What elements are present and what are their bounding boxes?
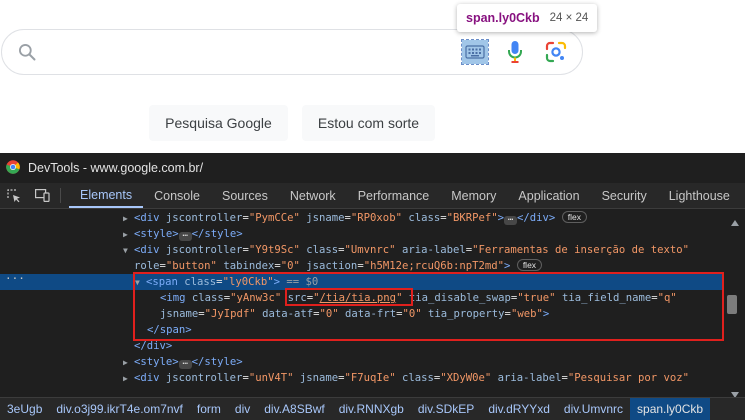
breadcrumb-item[interactable]: div.A8SBwf — [257, 398, 331, 420]
breadcrumb-item[interactable]: 3eUgb — [0, 398, 49, 420]
breadcrumb-item[interactable]: form — [190, 398, 228, 420]
collapse-triangle-icon[interactable]: ▼ — [123, 243, 134, 259]
dom-tree: ▶ <div jscontroller="PymCCe" jsname="RP0x… — [0, 210, 745, 396]
breadcrumb: 3eUgb div.o3j99.ikrT4e.om7nvf form div d… — [0, 397, 745, 420]
flex-badge[interactable]: flex — [516, 259, 543, 271]
dom-node-row[interactable]: ▶ <div jscontroller="unV4T" jsname="F7uqI… — [0, 370, 724, 386]
dom-node-row[interactable]: ▶ <style>… </style> — [0, 226, 724, 242]
highlight-box-src — [285, 288, 413, 306]
inspect-element-icon[interactable] — [0, 183, 28, 208]
dom-node-row[interactable]: ▼ <div jscontroller="Y9t9Sc" class="Umvnr… — [0, 242, 724, 258]
scroll-up-arrow-icon[interactable] — [731, 213, 739, 231]
device-toolbar-icon[interactable] — [28, 183, 56, 208]
breadcrumb-item[interactable]: div.dRYYxd — [481, 398, 557, 420]
dom-node-row[interactable]: ▶ <style>… </style> — [0, 354, 724, 370]
devtools-titlebar: DevTools - www.google.com.br/ — [0, 153, 745, 183]
virtual-keyboard-icon[interactable] — [461, 39, 489, 65]
node-actions-dots[interactable]: ··· — [5, 272, 25, 285]
breadcrumb-item[interactable]: div.RNNXgb — [332, 398, 411, 420]
devtools-tabbar: Elements Console Sources Network Perform… — [0, 183, 745, 209]
tooltip-dims: 24 × 24 — [549, 12, 589, 24]
expand-triangle-icon[interactable]: ▶ — [123, 211, 134, 227]
devtools-window: DevTools - www.google.com.br/ Elements C… — [0, 153, 745, 420]
collapsed-ellipsis[interactable]: … — [178, 358, 192, 369]
element-inspect-tooltip: span.ly0Ckb 24 × 24 — [457, 4, 598, 32]
tab-security[interactable]: Security — [591, 183, 658, 208]
tab-elements[interactable]: Elements — [69, 183, 144, 208]
flex-badge[interactable]: flex — [561, 211, 587, 223]
tab-performance[interactable]: Performance — [347, 183, 441, 208]
tab-console[interactable]: Console — [143, 183, 211, 208]
tab-memory[interactable]: Memory — [440, 183, 507, 208]
google-lens-icon[interactable] — [545, 41, 567, 68]
tab-sources[interactable]: Sources — [211, 183, 279, 208]
scrollbar-thumb[interactable] — [727, 295, 737, 314]
tab-separator — [60, 188, 61, 203]
tab-application[interactable]: Application — [507, 183, 590, 208]
search-box[interactable] — [1, 29, 583, 75]
expand-triangle-icon[interactable]: ▶ — [123, 355, 134, 371]
collapsed-ellipsis[interactable]: … — [178, 230, 192, 241]
breadcrumb-item[interactable]: div.Umvnrc — [557, 398, 630, 420]
feeling-lucky-button[interactable]: Estou com sorte — [302, 105, 435, 141]
collapsed-ellipsis[interactable]: … — [504, 214, 518, 225]
chrome-logo-icon — [6, 159, 20, 177]
google-search-button[interactable]: Pesquisa Google — [149, 105, 288, 141]
breadcrumb-item[interactable]: div — [228, 398, 257, 420]
dom-node-row[interactable]: ▶ <div jscontroller="PymCCe" jsname="RP0x… — [0, 210, 724, 226]
tooltip-tag: span.ly0Ckb — [466, 11, 540, 25]
microphone-icon[interactable] — [507, 40, 523, 69]
devtools-title: DevTools - www.google.com.br/ — [28, 161, 204, 175]
tab-lighthouse[interactable]: Lighthouse — [658, 183, 741, 208]
highlight-box-span — [133, 272, 724, 341]
expand-triangle-icon[interactable]: ▶ — [123, 227, 134, 243]
expand-triangle-icon[interactable]: ▶ — [123, 371, 134, 387]
breadcrumb-item[interactable]: div.SDkEP — [411, 398, 481, 420]
search-icon — [17, 42, 37, 67]
breadcrumb-item-active[interactable]: span.ly0Ckb — [630, 398, 711, 420]
breadcrumb-item[interactable]: div.o3j99.ikrT4e.om7nvf — [49, 398, 190, 420]
tab-network[interactable]: Network — [279, 183, 347, 208]
